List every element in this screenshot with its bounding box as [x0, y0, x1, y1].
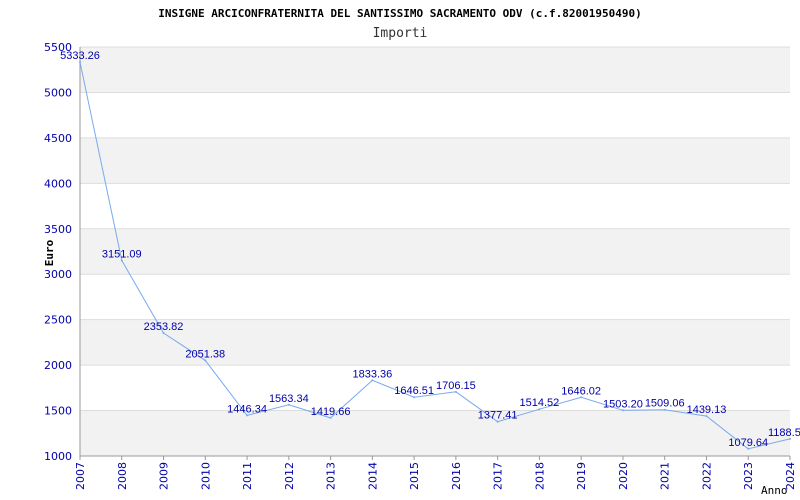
background-band: [80, 410, 790, 456]
data-label: 3151.09: [102, 248, 142, 260]
data-label: 1446.34: [227, 403, 267, 415]
background-band: [80, 228, 790, 275]
background-band: [80, 137, 790, 184]
x-tick-label: 2020: [617, 462, 630, 490]
data-label: 1377.41: [478, 410, 518, 422]
x-axis-label: Anno: [761, 484, 788, 497]
data-label: 1079.64: [728, 437, 768, 449]
x-tick-labels: 2007 2008 2009 2010 2011 2012 2013 2014 2015 2016…: [74, 462, 797, 490]
x-tick-label: 2022: [700, 462, 713, 490]
data-label: 2353.82: [144, 321, 184, 333]
x-tick-label: 2019: [575, 462, 588, 490]
data-label: 1188.5: [768, 427, 800, 439]
x-tick-label: 2023: [742, 462, 755, 490]
x-tick-label: 2012: [283, 462, 296, 490]
x-tick-label: 2009: [158, 462, 171, 490]
y-tick-label: 4000: [44, 177, 72, 190]
x-tick-label: 2007: [74, 462, 87, 490]
x-tick-label: 2010: [199, 462, 212, 490]
chart-container: 1000 1500 2000 2500 3000 3500 4000 4500 5000 5500…: [0, 0, 800, 500]
data-label: 5333.26: [60, 50, 100, 62]
y-axis-label: Euro: [43, 239, 56, 266]
data-label: 1509.06: [645, 398, 685, 410]
data-label: 1646.51: [394, 385, 434, 397]
data-label: 1563.34: [269, 393, 309, 405]
x-tick-label: 2014: [366, 462, 379, 490]
chart-subtitle: Importi: [373, 26, 428, 41]
background-band: [80, 47, 790, 93]
data-label: 1706.15: [436, 380, 476, 392]
y-tick-label: 4500: [44, 132, 72, 145]
x-tick-label: 2008: [116, 462, 129, 490]
chart-title: INSIGNE ARCICONFRATERNITA DEL SANTISSIMO…: [158, 7, 641, 20]
y-tick-label: 3000: [44, 268, 72, 281]
x-tick-label: 2017: [492, 462, 505, 490]
data-label: 1514.52: [520, 397, 560, 409]
x-tick-label: 2015: [408, 462, 421, 490]
x-tick-label: 2013: [325, 462, 338, 490]
y-tick-label: 2500: [44, 314, 72, 327]
x-tick-label: 2018: [533, 462, 546, 490]
x-tick-label: 2021: [659, 462, 672, 490]
y-tick-label: 5000: [44, 86, 72, 99]
data-label: 1646.02: [561, 385, 601, 397]
data-label: 1833.36: [352, 368, 392, 380]
y-tick-label: 1500: [44, 405, 72, 418]
data-label: 1419.66: [311, 406, 351, 418]
data-label: 1503.20: [603, 398, 643, 410]
x-tick-label: 2016: [450, 462, 463, 490]
data-label: 1439.13: [687, 404, 727, 416]
y-tick-label: 1000: [44, 450, 72, 463]
x-tick-label: 2011: [241, 462, 254, 490]
data-label: 2051.38: [185, 348, 225, 360]
y-tick-label: 3500: [44, 223, 72, 236]
line-chart: 1000150020002500300035004000450050005500…: [43, 7, 800, 497]
y-tick-label: 2000: [44, 359, 72, 372]
